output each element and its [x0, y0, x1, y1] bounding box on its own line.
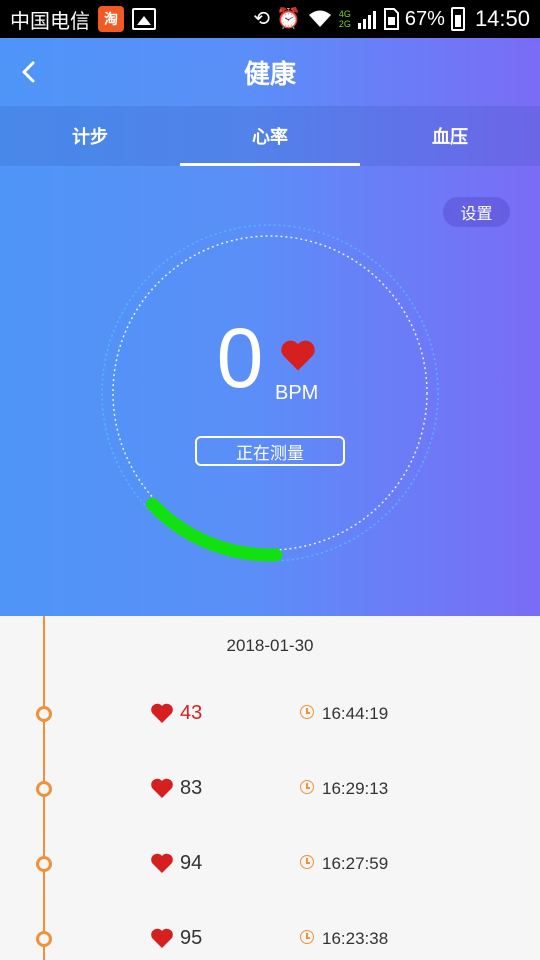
record-time: 16:27:59: [322, 854, 389, 873]
heart-rate-panel: 健康 计步 心率 血压 设置 0 BPM 正在测量: [0, 38, 540, 616]
list-item[interactable]: 94 16:27:59: [0, 844, 540, 884]
battery-icon: [450, 7, 465, 31]
list-item[interactable]: 95 16:23:38: [0, 919, 540, 959]
record-time: 16:23:38: [322, 929, 389, 948]
sim-icon: [383, 8, 399, 30]
wifi-icon: [308, 10, 331, 27]
timeline-dot: [36, 706, 52, 722]
measuring-button[interactable]: 正在测量: [195, 436, 345, 466]
signal-icon: [357, 11, 376, 29]
page-title: 健康: [243, 59, 296, 90]
tab-heart-rate[interactable]: 心率: [180, 106, 360, 166]
settings-button[interactable]: 设置: [443, 197, 510, 227]
tab-blood-pressure[interactable]: 血压: [360, 106, 540, 166]
bpm-unit: BPM: [275, 382, 319, 404]
timeline-dot: [36, 856, 52, 872]
clock-icon: [300, 855, 314, 869]
screen-rotate-icon: ⟲: [253, 8, 270, 30]
record-time: 16:44:19: [322, 704, 389, 723]
list-item[interactable]: 83 16:29:13: [0, 769, 540, 809]
title-bar: 健康: [0, 38, 540, 106]
record-bpm: 83: [180, 777, 203, 799]
clock-icon: [300, 705, 314, 719]
gallery-icon: [132, 8, 156, 30]
clock-time: 14:50: [474, 6, 530, 31]
record-bpm: 94: [180, 852, 203, 874]
timeline-dot: [36, 931, 52, 947]
clock-icon: [300, 780, 314, 794]
record-time: 16:29:13: [322, 779, 389, 798]
bpm-value: 0: [216, 311, 264, 405]
timeline-dot: [36, 781, 52, 797]
status-bar: 中国电信 淘 ⟲ ⏰ 4G 2G 67% 14:50: [0, 0, 540, 38]
battery-percent: 67%: [404, 7, 445, 30]
measurement-progress-arc: [146, 497, 283, 562]
carrier-name: 中国电信: [10, 10, 90, 33]
history-date: 2018-01-30: [226, 636, 314, 655]
chevron-left-icon: [22, 61, 35, 83]
network-type: 4G 2G: [338, 9, 351, 29]
alarm-icon: ⏰: [275, 8, 301, 30]
tab-steps[interactable]: 计步: [0, 106, 180, 166]
heart-rate-history: 2018-01-30 43 16:44:19 83 16:29:13 94 16…: [0, 616, 540, 960]
heart-icon: [151, 928, 173, 948]
heart-icon: [151, 778, 173, 798]
record-bpm: 43: [180, 702, 203, 724]
tab-bar: 计步 心率 血压: [0, 106, 540, 166]
taobao-icon: 淘: [98, 6, 124, 32]
heart-icon: [151, 703, 173, 723]
heart-icon: [151, 853, 173, 873]
record-bpm: 95: [180, 927, 203, 949]
back-button[interactable]: [8, 52, 48, 92]
clock-icon: [300, 930, 314, 944]
list-item[interactable]: 43 16:44:19: [0, 694, 540, 734]
heart-icon: [281, 340, 315, 371]
